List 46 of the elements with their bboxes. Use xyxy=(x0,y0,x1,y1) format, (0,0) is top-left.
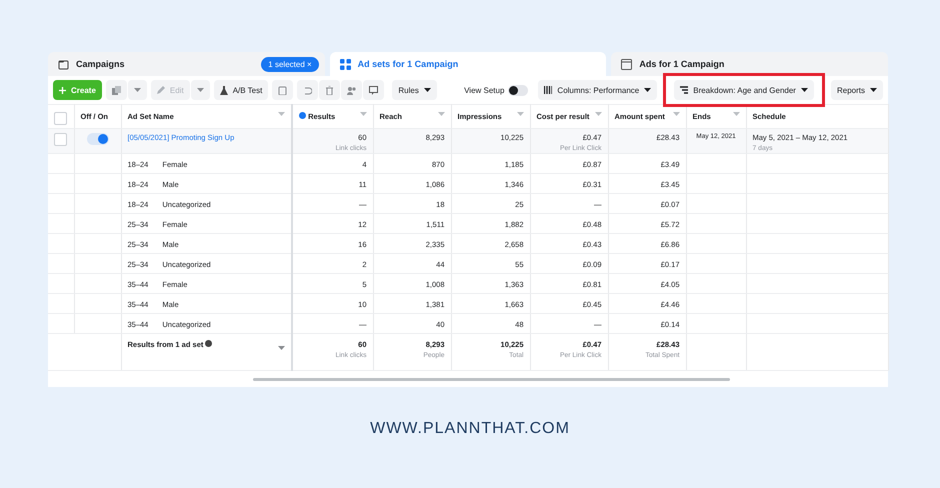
caret-icon xyxy=(800,88,808,92)
dropdown-button[interactable] xyxy=(128,80,147,100)
trash-button[interactable] xyxy=(319,80,340,100)
row-checkbox[interactable] xyxy=(54,133,67,146)
caret-icon xyxy=(644,88,652,92)
people-button[interactable] xyxy=(341,80,362,100)
pencil-icon xyxy=(156,86,165,94)
comment-icon xyxy=(369,86,378,94)
undo-button[interactable] xyxy=(297,80,318,100)
rules-button[interactable]: Rules xyxy=(392,80,437,100)
view-setup-label: View Setup xyxy=(464,86,504,94)
dropdown-button[interactable] xyxy=(190,80,210,100)
tab[interactable]: Campaigns 1 selected × xyxy=(48,52,325,76)
caret-icon xyxy=(134,88,141,92)
reports-button[interactable]: Reports xyxy=(830,80,883,100)
grid-icon xyxy=(340,58,351,70)
plus-icon xyxy=(59,86,66,94)
view-setup-toggle[interactable] xyxy=(508,84,528,96)
ab-test-button[interactable]: A/B Test xyxy=(214,80,268,100)
duplicate-icon xyxy=(112,86,121,94)
caret-icon xyxy=(870,88,877,92)
clipboard-button[interactable] xyxy=(272,80,294,100)
columns-icon xyxy=(544,86,552,94)
breakdown-button[interactable]: Breakdown: Age and Gender xyxy=(674,80,814,100)
website-url: WWW.PLANNTHAT.COM xyxy=(369,420,571,438)
people-icon xyxy=(347,86,356,94)
flask-icon xyxy=(220,86,228,94)
tab[interactable]: Ad sets for 1 Campaign xyxy=(330,52,606,76)
selection-badge[interactable]: 1 selected × xyxy=(261,56,319,72)
info-icon xyxy=(205,340,212,347)
caret-icon xyxy=(196,88,204,92)
horizontal-scrollbar[interactable] xyxy=(253,378,730,380)
breakdown-icon xyxy=(680,86,688,94)
caret-icon xyxy=(278,346,285,350)
clipboard-icon xyxy=(278,86,288,94)
window-icon xyxy=(621,58,632,70)
select-all-checkbox[interactable] xyxy=(54,112,67,125)
undo-icon xyxy=(303,86,312,94)
folder-icon xyxy=(58,58,69,70)
on-off-toggle[interactable] xyxy=(86,133,108,145)
duplicate-button[interactable] xyxy=(106,80,127,100)
tab[interactable]: Ads for 1 Campaign xyxy=(611,52,888,76)
columns-button[interactable]: Columns: Performance xyxy=(538,80,658,100)
trash-icon xyxy=(325,86,334,94)
comment-button[interactable] xyxy=(363,80,384,100)
caret-icon xyxy=(424,88,431,92)
